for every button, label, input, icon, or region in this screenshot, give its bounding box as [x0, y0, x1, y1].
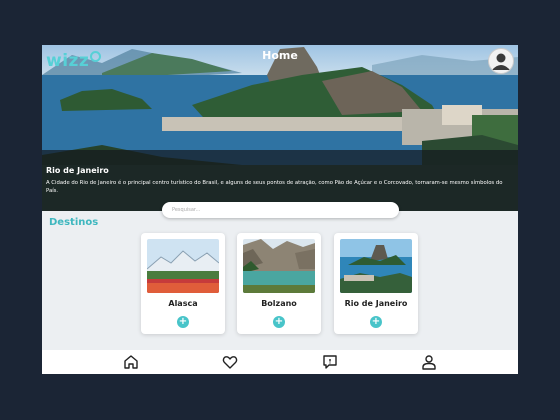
hero-banner: wizz Home Rio de Janeiro A Cidade do Rio… [42, 45, 518, 211]
alasca-image [147, 239, 219, 293]
home-icon[interactable] [123, 354, 139, 370]
bottom-navigation [42, 350, 518, 374]
add-alasca-button[interactable]: + [177, 316, 189, 328]
profile-icon[interactable] [421, 354, 437, 370]
destination-card-alasca[interactable]: Alasca + [141, 233, 225, 334]
chat-icon[interactable] [322, 354, 338, 370]
destination-name: Alasca [168, 299, 198, 308]
destination-card-rio[interactable]: Rio de Janeiro + [334, 233, 418, 334]
hero-city-description: A Cidade do Rio de Janeiro é o principal… [46, 180, 503, 194]
user-avatar-icon[interactable] [488, 48, 514, 74]
bolzano-image [243, 239, 315, 293]
destination-card-bolzano[interactable]: Bolzano + [237, 233, 321, 334]
page-title: Home [262, 49, 298, 62]
destination-name: Bolzano [261, 299, 297, 308]
search-input[interactable] [162, 202, 399, 218]
hero-city-name: Rio de Janeiro [46, 166, 109, 175]
destinations-title: Destinos [49, 217, 99, 228]
heart-icon[interactable] [222, 354, 238, 370]
destination-name: Rio de Janeiro [344, 299, 408, 308]
add-bolzano-button[interactable]: + [273, 316, 285, 328]
rio-image [340, 239, 412, 293]
app-window: wizz Home Rio de Janeiro A Cidade do Rio… [42, 45, 518, 374]
add-rio-button[interactable]: + [370, 316, 382, 328]
